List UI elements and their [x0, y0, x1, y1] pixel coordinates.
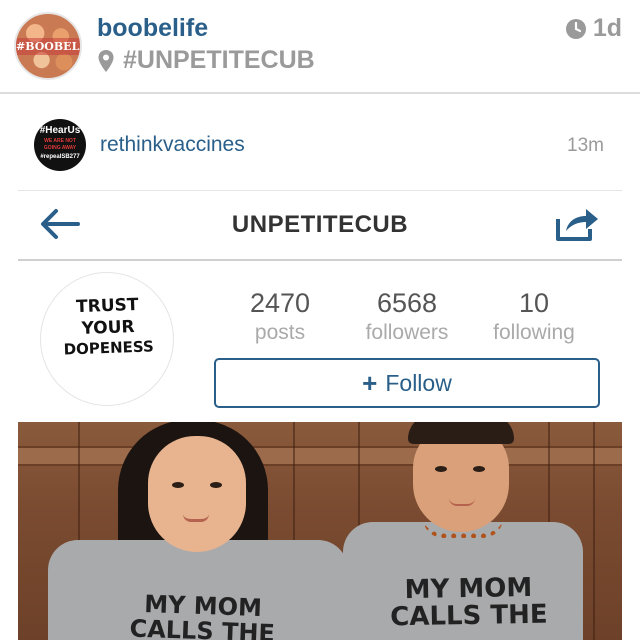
avatar-logo-text: #BOOBELIFE	[16, 38, 80, 55]
stat-posts[interactable]: 2470 posts	[230, 288, 330, 345]
boy-shirt-text: MY MOM CALLS THE	[389, 573, 548, 633]
embedded-screenshot: #HearUs WE ARE NOT GOING AWAY #repealSB2…	[18, 100, 622, 640]
follow-label: Follow	[385, 369, 452, 396]
stat-following[interactable]: 10 following	[484, 288, 584, 345]
mouth	[449, 498, 475, 506]
eye	[473, 466, 485, 472]
profile-avatar[interactable]: TRUST YOUR DOPENESS	[40, 272, 174, 406]
amber-necklace	[423, 518, 503, 538]
profile-title: UNPETITECUB	[231, 211, 409, 238]
stat-label: followers	[365, 321, 449, 344]
embedded-avatar-text: WE ARE NOT	[44, 138, 76, 144]
stat-value: 2470	[249, 288, 311, 318]
header-divider	[0, 92, 640, 94]
fence-plank	[593, 422, 595, 640]
embedded-avatar-text: GOING AWAY	[43, 145, 77, 151]
stat-value: 6568	[376, 288, 438, 318]
eye	[210, 482, 222, 488]
embedded-timestamp: 13m	[567, 135, 604, 156]
profile-avatar-line: DOPENESS	[63, 337, 155, 359]
girl-face	[148, 436, 246, 552]
embedded-avatar[interactable]: #HearUs WE ARE NOT GOING AWAY #repealSB2…	[34, 119, 86, 171]
stat-value: 10	[518, 288, 550, 318]
follow-button[interactable]: + Follow	[214, 358, 600, 408]
stat-followers[interactable]: 6568 followers	[352, 288, 462, 345]
post-timestamp: 1d	[565, 14, 622, 43]
boy-hair	[408, 422, 514, 444]
shirt-text-line: CALLS THE	[389, 599, 548, 633]
eye	[172, 482, 184, 488]
stat-label: posts	[254, 321, 306, 344]
embedded-avatar-text: #HearUs	[39, 125, 81, 136]
embedded-username-link[interactable]: rethinkvaccines	[100, 133, 245, 157]
embedded-avatar-text: #repealSB277	[40, 154, 80, 160]
share-icon[interactable]	[554, 203, 600, 243]
fence-rail	[18, 446, 622, 466]
post-photo[interactable]: MY MOM CALLS THE MY MOM CALLS THE	[18, 422, 622, 640]
location-link[interactable]: #UNPETITECUB	[97, 46, 315, 75]
username-link[interactable]: boobelife	[97, 14, 208, 43]
location-label: #UNPETITECUB	[123, 46, 315, 74]
stat-label: following	[493, 321, 575, 344]
profile-avatar-text: TRUST YOUR DOPENESS	[40, 293, 176, 361]
timestamp-label: 1d	[592, 14, 622, 42]
embedded-post-header: #HearUs WE ARE NOT GOING AWAY #repealSB2…	[18, 100, 622, 190]
pin-icon	[98, 49, 114, 72]
clock-icon	[565, 18, 586, 39]
profile-nav-bar: UNPETITECUB	[18, 191, 622, 259]
mouth	[183, 514, 209, 522]
shirt-text-line: CALLS THE	[129, 614, 276, 640]
girl-shirt-text: MY MOM CALLS THE	[129, 590, 276, 640]
profile-divider	[18, 259, 622, 261]
avatar[interactable]: #BOOBELIFE	[14, 12, 82, 80]
post-header: #BOOBELIFE boobelife #UNPETITECUB 1d	[0, 0, 640, 92]
eye	[435, 466, 447, 472]
plus-icon: +	[362, 367, 378, 398]
